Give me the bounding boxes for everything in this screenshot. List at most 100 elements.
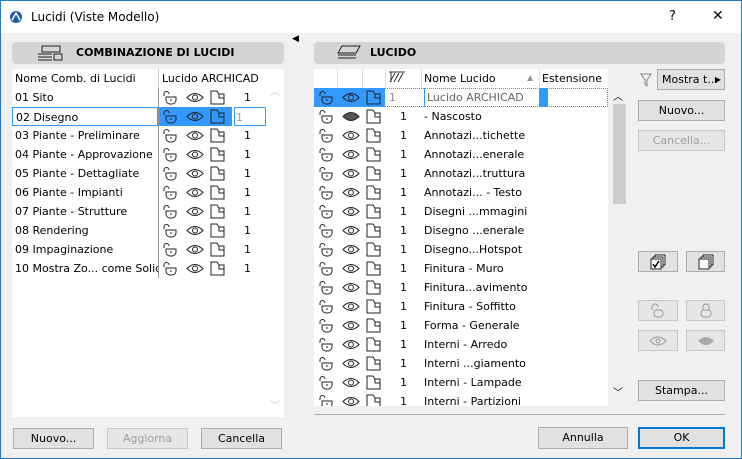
unlock-icon[interactable] [318,280,334,295]
unlock-icon[interactable] [162,204,178,219]
layer-row[interactable]: 1 Annotazi...enerale [314,145,608,164]
combination-name[interactable]: 08 Rendering [12,221,158,240]
unlock-icon[interactable] [162,261,178,276]
layer-sheet-icon[interactable] [366,242,382,257]
lock-button[interactable] [686,300,725,321]
layer-sheet-icon[interactable] [210,166,226,181]
layer-name[interactable]: Annotazi... - Testo [424,183,539,202]
layer-name[interactable]: Disegno ...enerale [424,221,539,240]
layer-name[interactable]: Disegni ...mmagini [424,202,539,221]
layer-name[interactable]: Interni - Lampade [424,373,539,392]
unlock-icon[interactable] [318,109,334,124]
scroll-thumb[interactable] [613,104,626,204]
combination-name[interactable]: 02 Disegno [12,107,158,126]
layer-sheet-icon[interactable] [210,109,226,124]
layer-row[interactable]: 1 Disegno...Hotspot [314,240,608,259]
unlock-icon[interactable] [162,147,178,162]
layer-sheet-icon[interactable] [366,90,382,105]
layer-sheet-icon[interactable] [210,223,226,238]
combination-row[interactable]: 06 Piante - Impianti 1 [12,183,266,202]
unlock-icon[interactable] [318,90,334,105]
unlock-icon[interactable] [162,223,178,238]
eye-icon[interactable] [186,261,204,276]
layer-sheet-icon[interactable] [210,128,226,143]
combination-row[interactable]: 09 Impaginazione 1 [12,240,266,259]
deselect-layers-button[interactable] [686,251,725,272]
layer-name[interactable]: Lucido ARCHICAD [424,88,539,107]
update-combination-button[interactable]: Aggiorna [107,428,188,449]
layer-sheet-icon[interactable] [366,280,382,295]
combination-row[interactable]: 02 Disegno 1 [12,107,266,126]
combination-name[interactable]: 07 Piante - Strutture [12,202,158,221]
new-combination-button[interactable]: Nuovo... [13,428,94,449]
combination-name[interactable]: 05 Piante - Dettagliate [12,164,158,183]
layer-name[interactable]: Forma - Generale [424,316,539,335]
collapse-panel-icon[interactable]: ◀ [292,34,299,44]
combination-name[interactable]: 06 Piante - Impianti [12,183,158,202]
unlock-icon[interactable] [162,242,178,257]
layer-row[interactable]: 1 Annotazi...tichette [314,126,608,145]
unlock-icon[interactable] [318,185,334,200]
scroll-down-icon[interactable]: ﹀ [613,384,623,399]
unlock-icon[interactable] [318,318,334,333]
eye-icon[interactable] [186,147,204,162]
eye-icon[interactable] [186,185,204,200]
unlock-icon[interactable] [318,337,334,352]
layer-name[interactable]: Finitura - Muro [424,259,539,278]
scroll-down-icon[interactable]: ﹀ [270,397,280,412]
layer-sheet-icon[interactable] [366,166,382,181]
eye-icon[interactable] [186,128,204,143]
unlock-icon[interactable] [318,242,334,257]
layer-sheet-icon[interactable] [210,185,226,200]
eye-icon[interactable] [186,204,204,219]
layer-name[interactable]: Annotazi...tichette [424,126,539,145]
layer-row[interactable]: 1 Annotazi... - Testo [314,183,608,202]
eye-icon[interactable] [342,394,360,406]
layer-sheet-icon[interactable] [366,299,382,314]
layer-sheet-icon[interactable] [210,261,226,276]
layer-sheet-icon[interactable] [210,242,226,257]
eye-icon[interactable] [342,261,360,276]
layer-sheet-icon[interactable] [366,147,382,162]
scroll-up-icon[interactable]: ︿ [270,83,280,98]
eye-icon[interactable] [342,185,360,200]
eye-icon[interactable] [342,375,360,390]
combination-name[interactable]: 03 Piante - Preliminare [12,126,158,145]
unlock-icon[interactable] [162,185,178,200]
layer-sheet-icon[interactable] [210,147,226,162]
layer-row[interactable]: 1 Interni - Arredo [314,335,608,354]
layer-sheet-icon[interactable] [366,204,382,219]
combination-row[interactable]: 05 Piante - Dettagliate 1 [12,164,266,183]
layer-row[interactable]: 1 Interni ...giamento [314,354,608,373]
combination-name[interactable]: 10 Mostra Zo... come Solidi [12,259,158,278]
ok-button[interactable]: OK [638,427,725,449]
layer-name[interactable]: Interni ...giamento [424,354,539,373]
eye-icon[interactable] [342,223,360,238]
layer-row[interactable]: 1 Disegni ...mmagini [314,202,608,221]
unlock-icon[interactable] [162,128,178,143]
layer-row[interactable]: 1 Finitura...avimento [314,278,608,297]
eye-icon[interactable] [186,166,204,181]
eye-icon[interactable] [342,90,360,105]
layer-sheet-icon[interactable] [366,109,382,124]
eye-icon[interactable] [342,280,360,295]
combination-row[interactable]: 04 Piante - Approvazione 1 [12,145,266,164]
delete-layer-button[interactable]: Cancella... [638,130,725,151]
cancel-button[interactable]: Annulla [538,427,628,449]
layer-row[interactable]: 1 Interni - Lampade [314,373,608,392]
layer-name[interactable]: - Nascosto [424,107,539,126]
unlock-icon[interactable] [162,166,178,181]
eye-icon[interactable] [342,166,360,181]
layer-sheet-icon[interactable] [366,185,382,200]
combination-row[interactable]: 07 Piante - Strutture 1 [12,202,266,221]
hide-button[interactable] [686,330,725,351]
layer-sheet-icon[interactable] [366,394,382,406]
eye-icon[interactable] [342,147,360,162]
layer-sheet-icon[interactable] [366,128,382,143]
combination-row[interactable]: 03 Piante - Preliminare 1 [12,126,266,145]
unlock-icon[interactable] [162,109,178,124]
eye-icon[interactable] [186,242,204,257]
layer-sheet-icon[interactable] [210,204,226,219]
right-scrollbar[interactable]: ︿ ﹀ [608,88,626,406]
eye-icon[interactable] [186,223,204,238]
